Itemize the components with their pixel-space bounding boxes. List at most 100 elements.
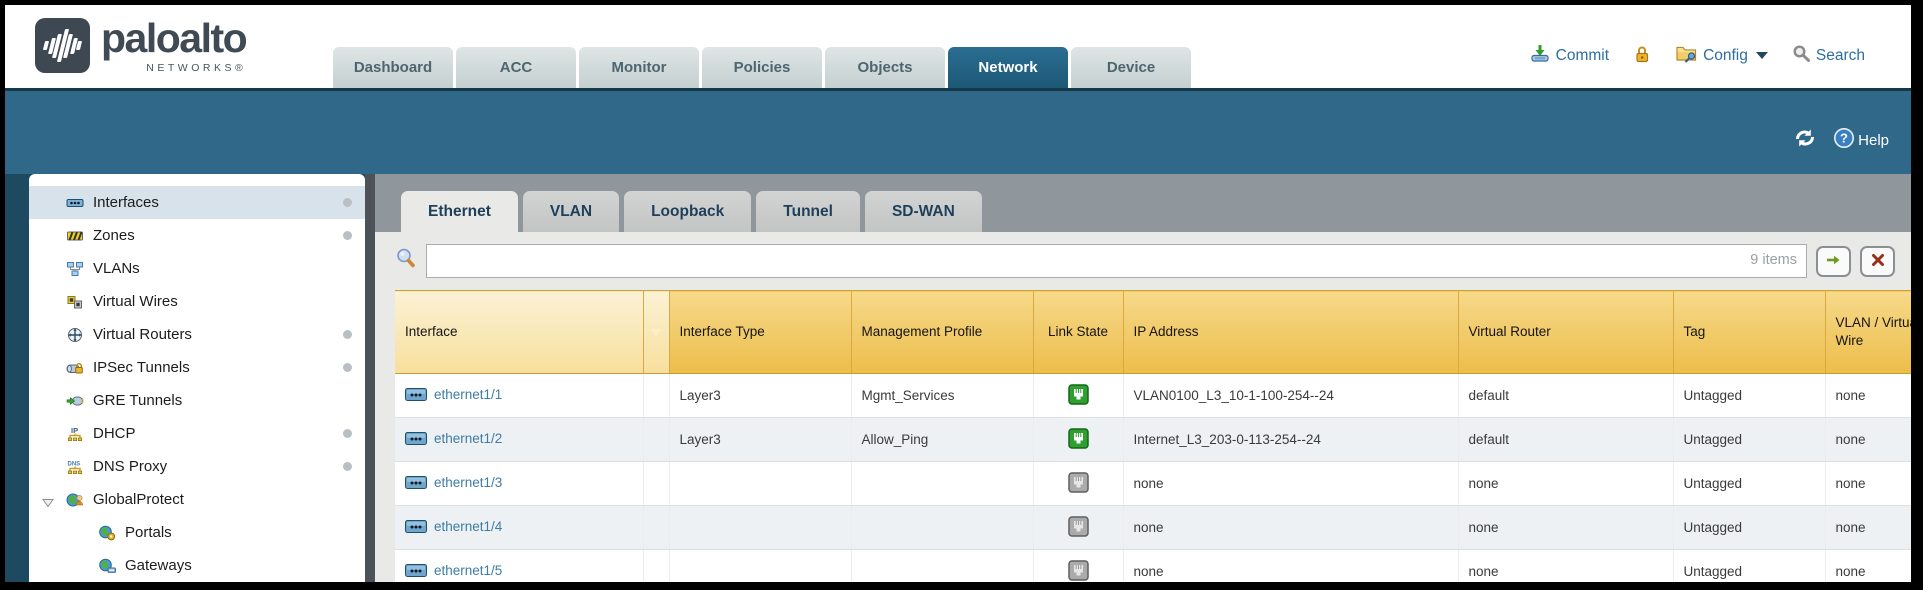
- interface-link[interactable]: ethernet1/1: [434, 387, 502, 402]
- interface-link[interactable]: ethernet1/3: [434, 475, 502, 490]
- config-menu-button[interactable]: Config: [1675, 43, 1768, 68]
- sidebar-item-globalprotect[interactable]: GlobalProtect: [29, 483, 365, 516]
- sidebar-item-portals[interactable]: Portals: [29, 516, 365, 549]
- sidebar-item-label: Virtual Routers: [93, 326, 192, 343]
- commit-icon: [1529, 43, 1551, 68]
- ethernet-icon: [405, 388, 427, 404]
- sidebar-item-virtual-routers[interactable]: Virtual Routers: [29, 318, 365, 351]
- management-profile-cell: Allow_Ping: [851, 418, 1033, 462]
- apply-filter-button[interactable]: [1816, 246, 1851, 277]
- dhcp-icon: IP: [65, 426, 85, 442]
- clear-filter-button[interactable]: [1860, 246, 1895, 277]
- sidebar-item-label: DNS Proxy: [93, 458, 167, 475]
- nav-tab-objects[interactable]: Objects: [825, 47, 945, 88]
- expander-icon[interactable]: [42, 495, 54, 512]
- virtual-router-cell: none: [1458, 506, 1673, 550]
- sidebar-item-ipsec-tunnels[interactable]: IPSec Tunnels: [29, 351, 365, 384]
- nav-tab-dashboard[interactable]: Dashboard: [333, 47, 453, 88]
- sidebar-item-label: IPSec Tunnels: [93, 359, 190, 376]
- link-state-cell: [1033, 550, 1123, 583]
- table-row[interactable]: ethernet1/4nonenoneUntaggednone: [395, 506, 1911, 550]
- nav-tab-acc[interactable]: ACC: [456, 47, 576, 88]
- interface-link[interactable]: ethernet1/4: [434, 519, 502, 534]
- interface-link[interactable]: ethernet1/5: [434, 563, 502, 578]
- link-up-icon: [1068, 437, 1089, 452]
- filter-input[interactable]: [426, 244, 1807, 278]
- lock-icon[interactable]: [1633, 44, 1651, 68]
- column-header-interface-type[interactable]: Interface Type: [669, 291, 851, 374]
- status-dot: [343, 198, 352, 207]
- sidebar-item-label: Virtual Wires: [93, 293, 178, 310]
- sidebar-item-interfaces[interactable]: Interfaces: [29, 186, 365, 219]
- link-down-icon: [1068, 525, 1089, 540]
- table-row[interactable]: ethernet1/5nonenoneUntaggednone: [395, 550, 1911, 583]
- interface-type-tabs: EthernetVLANLoopbackTunnelSD-WAN: [375, 174, 1911, 232]
- table-row[interactable]: ethernet1/3nonenoneUntaggednone: [395, 462, 1911, 506]
- vlans-icon: [65, 261, 85, 277]
- sidebar-scrollbar[interactable]: [365, 174, 375, 582]
- svg-text:DNS: DNS: [68, 461, 81, 467]
- help-button[interactable]: ? Help: [1833, 127, 1889, 153]
- sort-dropdown-button[interactable]: [643, 291, 669, 374]
- column-header-ip-address[interactable]: IP Address: [1123, 291, 1458, 374]
- nav-tab-policies[interactable]: Policies: [702, 47, 822, 88]
- vlan-wire-cell: none: [1825, 374, 1911, 418]
- tab-sd-wan[interactable]: SD-WAN: [865, 191, 982, 232]
- status-dot: [343, 363, 352, 372]
- tab-tunnel[interactable]: Tunnel: [756, 191, 860, 232]
- tag-cell: Untagged: [1673, 462, 1825, 506]
- sort-column-spacer: [643, 550, 669, 583]
- interface-link[interactable]: ethernet1/2: [434, 431, 502, 446]
- nav-tab-network[interactable]: Network: [948, 47, 1068, 88]
- interface-cell: ethernet1/3: [395, 462, 643, 506]
- ethernet-icon: [405, 432, 427, 448]
- sidebar-item-virtual-wires[interactable]: Virtual Wires: [29, 285, 365, 318]
- tab-ethernet[interactable]: Ethernet: [401, 191, 518, 232]
- virtual-router-cell: default: [1458, 418, 1673, 462]
- refresh-icon[interactable]: [1793, 127, 1817, 153]
- main-content: EthernetVLANLoopbackTunnelSD-WAN 9 items: [375, 174, 1911, 582]
- commit-label: Commit: [1556, 47, 1609, 65]
- link-state-cell: [1033, 506, 1123, 550]
- search-button[interactable]: Search: [1792, 44, 1865, 68]
- column-header-link-state[interactable]: Link State: [1033, 291, 1123, 374]
- sidebar-item-dns-proxy[interactable]: DNS DNS Proxy: [29, 450, 365, 483]
- secondary-bar-actions: ? Help: [1793, 127, 1889, 153]
- column-header-vlan-virtual-wire[interactable]: VLAN / Virtual Wire: [1825, 291, 1911, 374]
- filter-toolbar: 9 items: [395, 244, 1911, 278]
- virtual-router-cell: default: [1458, 374, 1673, 418]
- table-row[interactable]: ethernet1/1Layer3Mgmt_ServicesVLAN0100_L…: [395, 374, 1911, 418]
- link-down-icon: [1068, 569, 1089, 583]
- column-header-management-profile[interactable]: Management Profile: [851, 291, 1033, 374]
- interface-cell: ethernet1/4: [395, 506, 643, 550]
- interface-cell: ethernet1/1: [395, 374, 643, 418]
- column-header-tag[interactable]: Tag: [1673, 291, 1825, 374]
- column-header-virtual-router[interactable]: Virtual Router: [1458, 291, 1673, 374]
- link-up-icon: [1068, 393, 1089, 408]
- svg-text:?: ?: [1840, 131, 1848, 146]
- interfaces-table: Interface Interface TypeManagement Profil…: [395, 290, 1911, 582]
- nav-tab-monitor[interactable]: Monitor: [579, 47, 699, 88]
- management-profile-cell: [851, 550, 1033, 583]
- commit-button[interactable]: Commit: [1529, 43, 1609, 68]
- header-actions: Commit Config Search: [1529, 43, 1865, 68]
- tab-vlan[interactable]: VLAN: [523, 191, 619, 232]
- network-sidebar: InterfacesZonesVLANs Virtual Wires Virtual…: [29, 174, 365, 582]
- interface-type-cell: [669, 550, 851, 583]
- column-header-interface[interactable]: Interface: [395, 291, 643, 374]
- tag-cell: Untagged: [1673, 374, 1825, 418]
- globalprotect-icon: [65, 492, 85, 508]
- vlan-wire-cell: none: [1825, 418, 1911, 462]
- table-row[interactable]: ethernet1/2Layer3Allow_PingInternet_L3_2…: [395, 418, 1911, 462]
- sidebar-item-vlans[interactable]: VLANs: [29, 252, 365, 285]
- ip-address-cell: Internet_L3_203-0-113-254--24: [1123, 418, 1458, 462]
- sidebar-item-gateways[interactable]: Gateways: [29, 549, 365, 582]
- sidebar-item-dhcp[interactable]: IPDHCP: [29, 417, 365, 450]
- interfaces-icon: [65, 195, 85, 211]
- nav-tab-device[interactable]: Device: [1071, 47, 1191, 88]
- sidebar-item-label: GRE Tunnels: [93, 392, 182, 409]
- sidebar-item-zones[interactable]: Zones: [29, 219, 365, 252]
- interfaces-table-container: Interface Interface TypeManagement Profil…: [395, 290, 1911, 582]
- tab-loopback[interactable]: Loopback: [624, 191, 751, 232]
- sidebar-item-gre-tunnels[interactable]: GRE Tunnels: [29, 384, 365, 417]
